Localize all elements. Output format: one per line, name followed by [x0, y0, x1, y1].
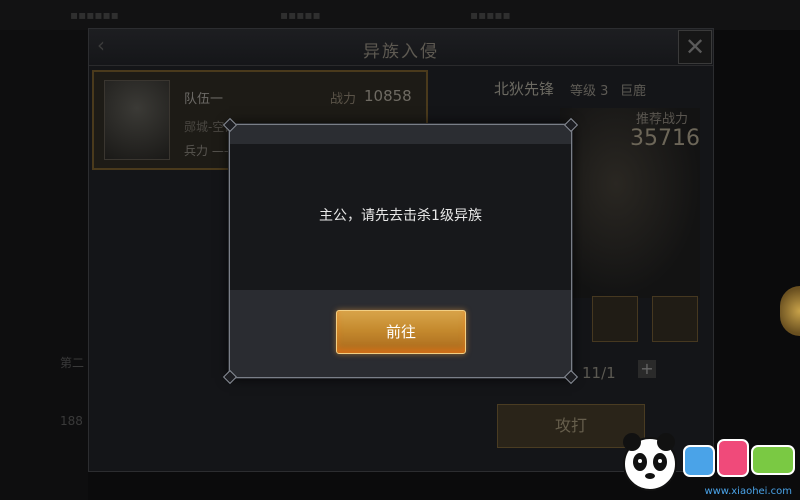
- sidebar-number: 188: [60, 414, 83, 428]
- resource-text: ▪▪▪▪▪: [280, 8, 321, 22]
- enemy-level: 等级 3: [570, 84, 609, 99]
- alert-dialog: 主公，请先去击杀1级异族 前往: [222, 117, 579, 385]
- left-sidebar: 第二 188: [0, 30, 88, 500]
- dialog-header-strip: [230, 125, 571, 144]
- recommended-power-label: 推荐战力: [636, 112, 689, 127]
- floating-menu-icon[interactable]: [780, 286, 800, 336]
- resource-text: ▪▪▪▪▪: [470, 8, 511, 22]
- sidebar-label: 第二: [60, 356, 85, 370]
- enemy-name: 北狄先锋: [494, 80, 555, 98]
- resource-text: ▪▪▪▪▪▪: [70, 8, 119, 22]
- go-button[interactable]: 前往: [336, 310, 466, 354]
- close-button[interactable]: ✕: [678, 30, 712, 64]
- panel-header: ‹ 异族入侵: [89, 29, 713, 66]
- add-attempts-button[interactable]: +: [638, 360, 656, 378]
- watermark-url: www.xiaohei.com: [704, 486, 792, 497]
- team-power-value: 10858: [364, 87, 412, 105]
- plus-icon: +: [640, 359, 654, 378]
- dialog-message: 主公，请先去击杀1级异族: [319, 208, 482, 224]
- team-name: 队伍一: [184, 92, 224, 107]
- general-portrait: [104, 80, 170, 160]
- top-resource-bar: ▪▪▪▪▪▪ ▪▪▪▪▪ ▪▪▪▪▪: [0, 0, 800, 30]
- panel-title: 异族入侵: [363, 42, 439, 62]
- close-icon: ✕: [684, 33, 706, 61]
- recommended-power-value: 35716: [630, 126, 700, 151]
- reward-item-slot[interactable]: [652, 296, 698, 342]
- enemy-type: 巨鹿: [620, 84, 647, 99]
- watermark-logo: www.xiaohei.com: [623, 433, 795, 497]
- attempt-count: 11/1: [582, 364, 616, 382]
- reward-item-slot[interactable]: [592, 296, 638, 342]
- team-power-label: 战力: [330, 92, 357, 107]
